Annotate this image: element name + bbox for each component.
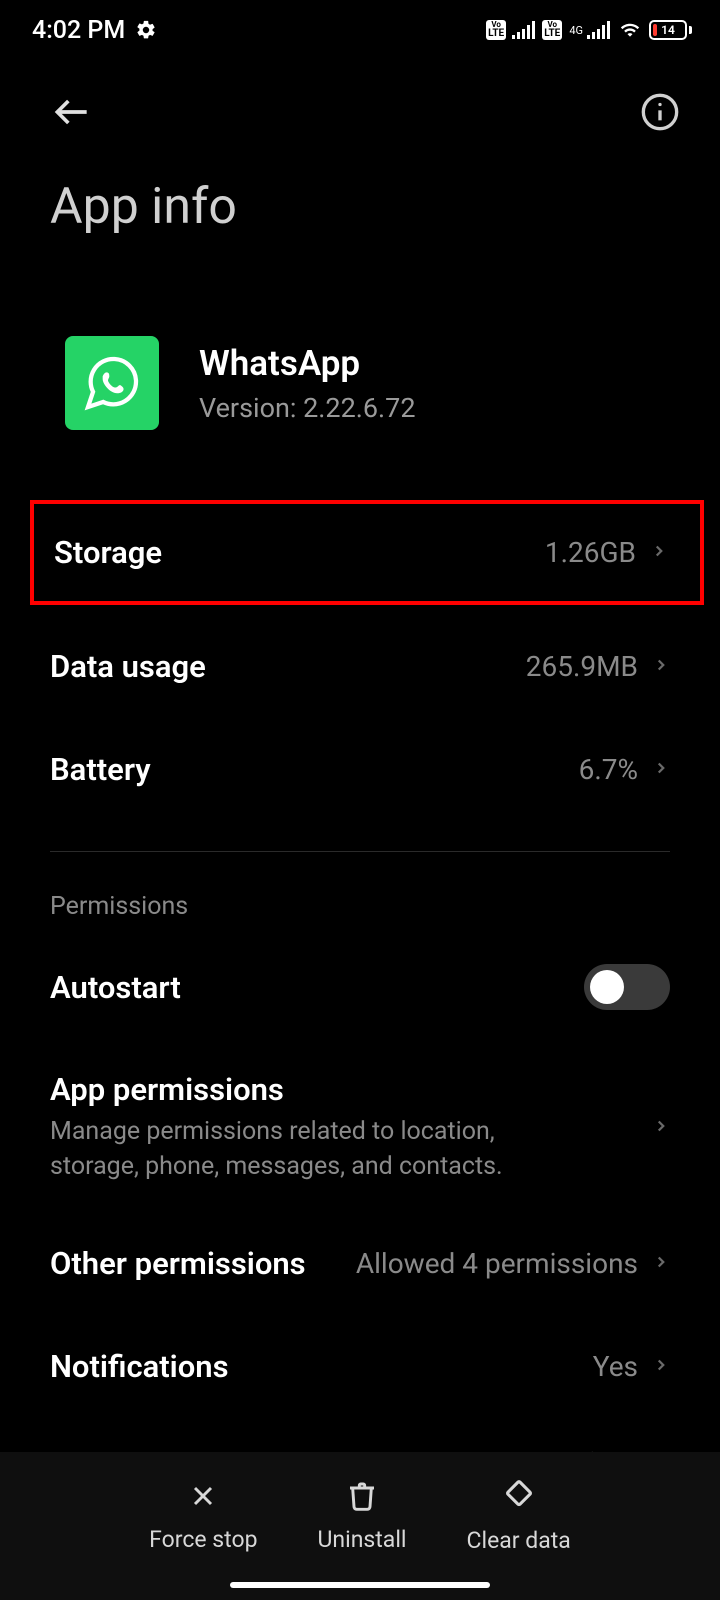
uninstall-button[interactable]: Uninstall (318, 1480, 407, 1553)
other-permissions-label: Other permissions (50, 1245, 306, 1282)
storage-value: 1.26GB (545, 536, 636, 569)
whatsapp-icon (65, 336, 159, 430)
back-button[interactable] (50, 90, 94, 138)
app-version: Version: 2.22.6.72 (199, 392, 416, 424)
battery-row[interactable]: Battery 6.7% (0, 718, 720, 821)
clear-data-label: Clear data (467, 1527, 571, 1554)
signal-icon-2 (587, 21, 611, 39)
app-header: WhatsApp Version: 2.22.6.72 (0, 236, 720, 470)
chevron-right-icon (652, 1112, 670, 1144)
app-info-text: WhatsApp Version: 2.22.6.72 (199, 343, 416, 424)
autostart-toggle[interactable] (584, 964, 670, 1010)
network-type: 4G (569, 25, 583, 36)
chevron-right-icon (650, 537, 668, 569)
wifi-icon (617, 20, 643, 40)
notifications-value: Yes (593, 1350, 638, 1383)
status-left: 4:02 PM (32, 16, 157, 45)
force-stop-button[interactable]: Force stop (149, 1480, 257, 1553)
info-button[interactable] (640, 92, 680, 136)
bottom-action-bar: Force stop Uninstall Clear data (0, 1452, 720, 1600)
app-name: WhatsApp (199, 343, 416, 384)
battery-icon: 14 (649, 20, 692, 40)
chevron-right-icon (652, 651, 670, 683)
other-permissions-value: Allowed 4 permissions (356, 1247, 638, 1280)
uninstall-label: Uninstall (318, 1526, 407, 1553)
battery-percent: 14 (661, 23, 675, 37)
notifications-label: Notifications (50, 1348, 229, 1385)
battery-label: Battery (50, 751, 151, 788)
status-time: 4:02 PM (32, 16, 125, 45)
autostart-label: Autostart (50, 969, 181, 1006)
app-permissions-row[interactable]: App permissions Manage permissions relat… (0, 1043, 720, 1212)
permissions-section-header: Permissions (0, 852, 720, 931)
status-right: VoLTE VoLTE 4G 14 (486, 20, 692, 40)
force-stop-label: Force stop (149, 1526, 257, 1553)
app-permissions-sublabel: Manage permissions related to location, … (50, 1114, 570, 1184)
home-indicator[interactable] (230, 1582, 490, 1588)
storage-label: Storage (54, 534, 162, 571)
data-usage-label: Data usage (50, 648, 206, 685)
notifications-row[interactable]: Notifications Yes (0, 1315, 720, 1418)
highlight-annotation: Storage 1.26GB (30, 500, 704, 605)
status-bar: 4:02 PM VoLTE VoLTE 4G 14 (0, 0, 720, 60)
battery-value: 6.7% (579, 753, 638, 786)
chevron-right-icon (652, 1351, 670, 1383)
eraser-icon (502, 1479, 536, 1517)
toggle-knob (590, 970, 624, 1004)
chevron-right-icon (652, 754, 670, 786)
signal-icon-1 (512, 21, 536, 39)
page-title: App info (0, 148, 720, 236)
clear-data-button[interactable]: Clear data (467, 1479, 571, 1554)
header-bar (0, 60, 720, 148)
trash-icon (346, 1480, 378, 1516)
data-usage-row[interactable]: Data usage 265.9MB (0, 615, 720, 718)
other-permissions-row[interactable]: Other permissions Allowed 4 permissions (0, 1212, 720, 1315)
app-permissions-label: App permissions (50, 1071, 632, 1108)
chevron-right-icon (652, 1248, 670, 1280)
volte-badge-2: VoLTE (542, 20, 562, 40)
autostart-row[interactable]: Autostart (0, 931, 720, 1043)
storage-row[interactable]: Storage 1.26GB (34, 504, 692, 601)
data-usage-value: 265.9MB (526, 650, 638, 683)
gear-icon (135, 19, 157, 41)
close-icon (187, 1480, 219, 1516)
volte-badge-1: VoLTE (486, 20, 506, 40)
